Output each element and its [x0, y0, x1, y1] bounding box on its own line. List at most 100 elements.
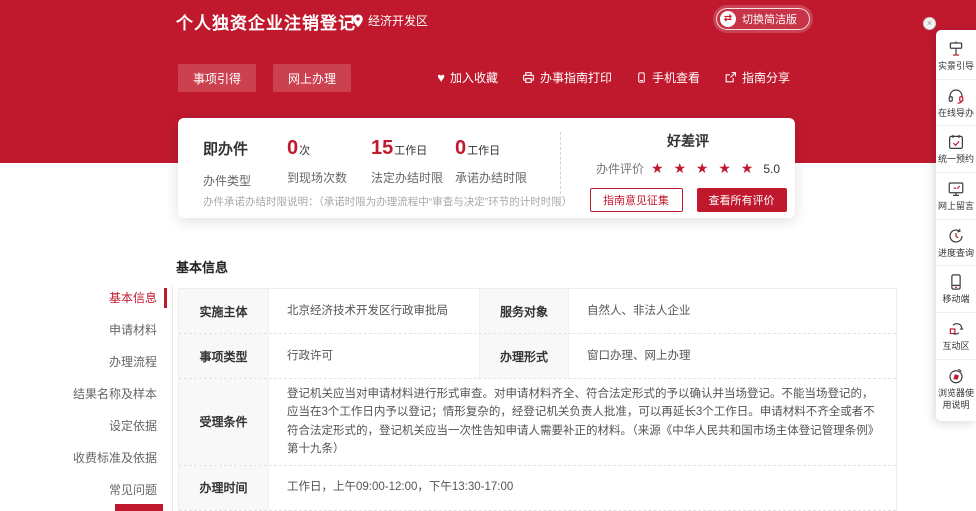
toolbar-item-interaction-zone[interactable]: 互动区: [936, 312, 976, 359]
row-value: 工作日，上午09:00-12:00，下午13:30-17:00: [269, 466, 896, 510]
toolbar-item-label: 进度查询: [938, 248, 974, 260]
row-label: 办理时间: [179, 466, 269, 510]
print-guide-label: 办事指南打印: [540, 69, 612, 86]
sidebar-item-fees[interactable]: 收费标准及依据: [0, 442, 167, 474]
stat-unit: 工作日: [394, 145, 427, 157]
calendar-check-icon: [947, 133, 965, 151]
interaction-icon: [947, 320, 965, 338]
tab-online-handling[interactable]: 网上办理: [273, 64, 351, 92]
nav-divider: [172, 285, 173, 511]
stat-label: 法定办结时限: [371, 169, 455, 186]
toolbar-item-label: 互动区: [942, 341, 969, 353]
share-guide-link[interactable]: 指南分享: [724, 69, 790, 86]
page-title: 个人独资企业注销登记: [176, 9, 356, 34]
toolbar-item-label: 在线导办: [938, 108, 974, 120]
stat-promised-deadline: 0工作日 承诺办结时限: [455, 137, 555, 189]
tab-label: 事项引得: [193, 70, 241, 87]
sidebar-item-legal-basis[interactable]: 设定依据: [0, 410, 167, 442]
toolbar-item-unified-booking[interactable]: 统一预约: [936, 125, 976, 172]
stat-value: 15: [371, 137, 393, 159]
row-value: 北京经济技术开发区行政审批局: [269, 289, 479, 333]
toolbar-item-label: 移动端: [942, 294, 969, 306]
stat-unit: 次: [299, 145, 310, 157]
header-tabs: 事项引得 网上办理: [178, 64, 351, 92]
share-icon: [724, 71, 737, 84]
stat-value: 即办件: [203, 137, 287, 163]
stat-label: 承诺办结时限: [455, 169, 555, 186]
rating-panel: 好差评 办件评价 ★ ★ ★ ★ ★ 5.0 指南意见征集 查看所有评价: [580, 131, 796, 212]
summary-card: 即办件 办件类型 0次 到现场次数 15工作日 法定办结时限 0工作日 承诺办结…: [178, 118, 795, 218]
row-value: 窗口办理、网上办理: [569, 334, 896, 378]
toolbar-item-progress-query[interactable]: 进度查询: [936, 219, 976, 266]
stat-onsite-visits: 0次 到现场次数: [287, 137, 371, 189]
deadline-note: 办件承诺办结时限说明：（承诺时限为办理流程中“审查与决定”环节的计时时限）: [203, 194, 572, 209]
stat-value: 0: [287, 137, 298, 159]
toolbar-item-mobile[interactable]: 移动端: [936, 265, 976, 312]
heart-icon: ♥: [437, 71, 445, 84]
row-label: 办理形式: [479, 334, 569, 378]
toolbar-item-scene-guide[interactable]: 实景引导: [936, 33, 976, 79]
toolbar-item-label: 实景引导: [938, 61, 974, 73]
swap-arrows-icon: ⇄: [720, 11, 736, 27]
sidebar-item-process[interactable]: 办理流程: [0, 346, 167, 378]
row-label: 受理条件: [179, 379, 269, 465]
table-row: 办理时间 工作日，上午09:00-12:00，下午13:30-17:00: [179, 466, 896, 511]
toolbar-item-label: 浏览器使用说明: [937, 388, 975, 411]
toolbar-item-label: 网上留言: [938, 201, 974, 213]
location-badge: 经济开发区: [352, 12, 428, 29]
view-all-reviews-button[interactable]: 查看所有评价: [697, 188, 787, 212]
printer-icon: [522, 71, 535, 84]
stats-group: 即办件 办件类型 0次 到现场次数 15工作日 法定办结时限 0工作日 承诺办结…: [203, 137, 555, 189]
guide-page: 个人独资企业注销登记 经济开发区 ⇄ 切换简洁版 事项引得 网上办理 ♥ 加入收…: [0, 0, 976, 511]
stat-item-type: 即办件 办件类型: [203, 137, 287, 189]
tab-matter-index[interactable]: 事项引得: [178, 64, 256, 92]
toolbar-item-label: 统一预约: [938, 154, 974, 166]
table-row: 实施主体 北京经济技术开发区行政审批局 服务对象 自然人、非法人企业: [179, 289, 896, 334]
signpost-icon: [947, 40, 965, 58]
stat-label: 到现场次数: [287, 169, 371, 186]
toolbar-item-online-guidance[interactable]: 在线导办: [936, 79, 976, 126]
rating-title: 好差评: [580, 131, 796, 151]
row-label: 服务对象: [479, 289, 569, 333]
row-value: 自然人、非法人企业: [569, 289, 896, 333]
section-title: 基本信息: [176, 257, 228, 276]
star-rating-icons: ★ ★ ★ ★ ★: [651, 160, 756, 177]
location-label: 经济开发区: [368, 12, 428, 29]
sidebar-item-result-sample[interactable]: 结果名称及样本: [0, 378, 167, 410]
basic-info-table: 实施主体 北京经济技术开发区行政审批局 服务对象 自然人、非法人企业 事项类型 …: [178, 288, 897, 511]
rating-buttons: 指南意见征集 查看所有评价: [580, 188, 796, 212]
add-favorite-label: 加入收藏: [450, 69, 498, 86]
right-toolbar: 实景引导 在线导办 统一预约 网上留言 进度查询: [936, 30, 976, 421]
mobile-icon: [947, 273, 965, 291]
row-label: 实施主体: [179, 289, 269, 333]
card-divider: [560, 132, 561, 204]
headset-icon: [947, 87, 965, 105]
toolbar-close-icon[interactable]: ×: [923, 17, 936, 30]
rating-row: 办件评价 ★ ★ ★ ★ ★ 5.0: [580, 160, 796, 177]
row-value: 登记机关应当对申请材料进行形式审查。对申请材料齐全、符合法定形式的予以确认并当场…: [269, 379, 896, 465]
sidebar-item-faq[interactable]: 常见问题: [0, 474, 167, 506]
monitor-message-icon: [947, 180, 965, 198]
sidebar-item-basic-info[interactable]: 基本信息: [0, 282, 167, 314]
switch-simple-version-label: 切换简洁版: [742, 11, 797, 27]
toolbar-item-online-message[interactable]: 网上留言: [936, 172, 976, 219]
guide-feedback-button[interactable]: 指南意见征集: [590, 188, 683, 212]
print-guide-link[interactable]: 办事指南打印: [522, 69, 612, 86]
rating-label: 办件评价: [596, 160, 644, 177]
side-nav: 基本信息 申请材料 办理流程 结果名称及样本 设定依据 收费标准及依据 常见问题: [0, 282, 167, 506]
phone-icon: [636, 71, 647, 84]
browser-help-icon: [947, 367, 965, 385]
toolbar-item-browser-help[interactable]: 浏览器使用说明: [936, 359, 976, 417]
switch-simple-version-button[interactable]: ⇄ 切换简洁版: [716, 8, 810, 30]
add-favorite-link[interactable]: ♥ 加入收藏: [437, 69, 498, 86]
progress-clock-icon: [947, 227, 965, 245]
table-row: 事项类型 行政许可 办理形式 窗口办理、网上办理: [179, 334, 896, 379]
header-action-links: ♥ 加入收藏 办事指南打印 手机查看 指南分享: [437, 69, 790, 86]
table-row: 受理条件 登记机关应当对申请材料进行形式审查。对申请材料齐全、符合法定形式的予以…: [179, 379, 896, 466]
mobile-view-label: 手机查看: [652, 69, 700, 86]
share-guide-label: 指南分享: [742, 69, 790, 86]
sidebar-item-application-materials[interactable]: 申请材料: [0, 314, 167, 346]
row-label: 事项类型: [179, 334, 269, 378]
rating-score: 5.0: [763, 162, 780, 176]
mobile-view-link[interactable]: 手机查看: [636, 69, 700, 86]
